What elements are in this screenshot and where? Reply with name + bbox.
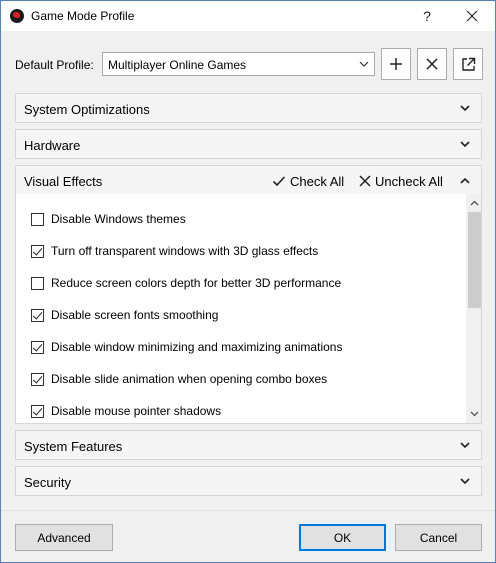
default-profile-label: Default Profile: (15, 58, 94, 72)
checkbox[interactable] (31, 340, 44, 354)
item-label: Disable Windows themes (51, 212, 186, 226)
delete-profile-button[interactable] (417, 48, 447, 80)
export-icon (461, 57, 475, 71)
section-system-optimizations[interactable]: System Optimizations (15, 93, 482, 123)
section-visual-effects[interactable]: Visual Effects Check All Uncheck All (15, 165, 482, 195)
game-mode-profile-window: Game Mode Profile ? Default Profile: Mul… (0, 0, 496, 563)
chevron-down-icon (460, 141, 470, 148)
help-button[interactable]: ? (406, 1, 448, 31)
delete-icon (426, 58, 438, 70)
checkmark-icon (272, 176, 286, 187)
scrollbar-thumb[interactable] (468, 212, 481, 308)
checkbox[interactable] (31, 404, 44, 418)
item-label: Disable screen fonts smoothing (51, 308, 219, 322)
cancel-button[interactable]: Cancel (395, 524, 482, 551)
section-hardware[interactable]: Hardware (15, 129, 482, 159)
item-label: Reduce screen colors depth for better 3D… (51, 276, 342, 290)
default-profile-value: Multiplayer Online Games (108, 58, 247, 72)
visual-effects-list: Disable Windows themes Turn off transpar… (15, 194, 482, 424)
check-all-button[interactable]: Check All (272, 172, 344, 190)
item-label: Disable slide animation when opening com… (51, 372, 328, 386)
uncheck-all-button[interactable]: Uncheck All (359, 172, 443, 190)
list-item[interactable]: Turn off transparent windows with 3D gla… (31, 241, 318, 261)
list-item[interactable]: Disable mouse pointer shadows (31, 401, 221, 421)
chevron-down-icon (460, 105, 470, 112)
section-title: System Features (24, 439, 123, 454)
list-item[interactable]: Disable Windows themes (31, 209, 186, 229)
chevron-down-icon (460, 478, 470, 485)
list-item[interactable]: Disable slide animation when opening com… (31, 369, 327, 389)
app-logo-icon (10, 9, 24, 23)
list-item[interactable]: Reduce screen colors depth for better 3D… (31, 273, 341, 293)
close-icon (466, 10, 478, 22)
chevron-up-icon (460, 177, 470, 184)
item-label: Disable window minimizing and maximizing… (51, 340, 343, 354)
ok-button[interactable]: OK (299, 524, 386, 551)
add-icon (390, 58, 402, 70)
checkbox[interactable] (31, 212, 44, 226)
section-title: Security (24, 475, 71, 490)
scroll-down-arrow-icon[interactable] (470, 411, 479, 417)
title-bar: Game Mode Profile ? (1, 1, 495, 31)
checkbox[interactable] (31, 372, 44, 386)
window-title: Game Mode Profile (31, 9, 135, 23)
list-item[interactable]: Disable screen fonts smoothing (31, 305, 218, 325)
uncheck-all-label: Uncheck All (375, 173, 443, 189)
checkbox[interactable] (31, 276, 44, 290)
section-system-features[interactable]: System Features (15, 430, 482, 460)
checkbox[interactable] (31, 308, 44, 322)
section-title: System Optimizations (24, 102, 150, 117)
section-security[interactable]: Security (15, 466, 482, 496)
chevron-down-icon (359, 61, 369, 67)
uncheck-icon (359, 175, 371, 187)
chevron-down-icon (460, 442, 470, 449)
add-profile-button[interactable] (381, 48, 411, 80)
item-label: Disable mouse pointer shadows (51, 404, 222, 418)
close-button[interactable] (451, 1, 493, 31)
dialog-footer: Advanced OK Cancel (1, 510, 495, 562)
vertical-scrollbar[interactable] (466, 194, 481, 423)
checkbox[interactable] (31, 244, 44, 258)
check-all-label: Check All (290, 173, 345, 189)
section-title: Hardware (24, 138, 81, 153)
export-profile-button[interactable] (453, 48, 483, 80)
section-title: Visual Effects (24, 174, 103, 189)
item-label: Turn off transparent windows with 3D gla… (51, 244, 319, 258)
default-profile-row: Default Profile: Multiplayer Online Game… (1, 47, 495, 81)
default-profile-select[interactable]: Multiplayer Online Games (102, 52, 375, 76)
list-item[interactable]: Disable window minimizing and maximizing… (31, 337, 342, 357)
advanced-button[interactable]: Advanced (15, 524, 113, 551)
scroll-up-arrow-icon[interactable] (470, 200, 479, 206)
